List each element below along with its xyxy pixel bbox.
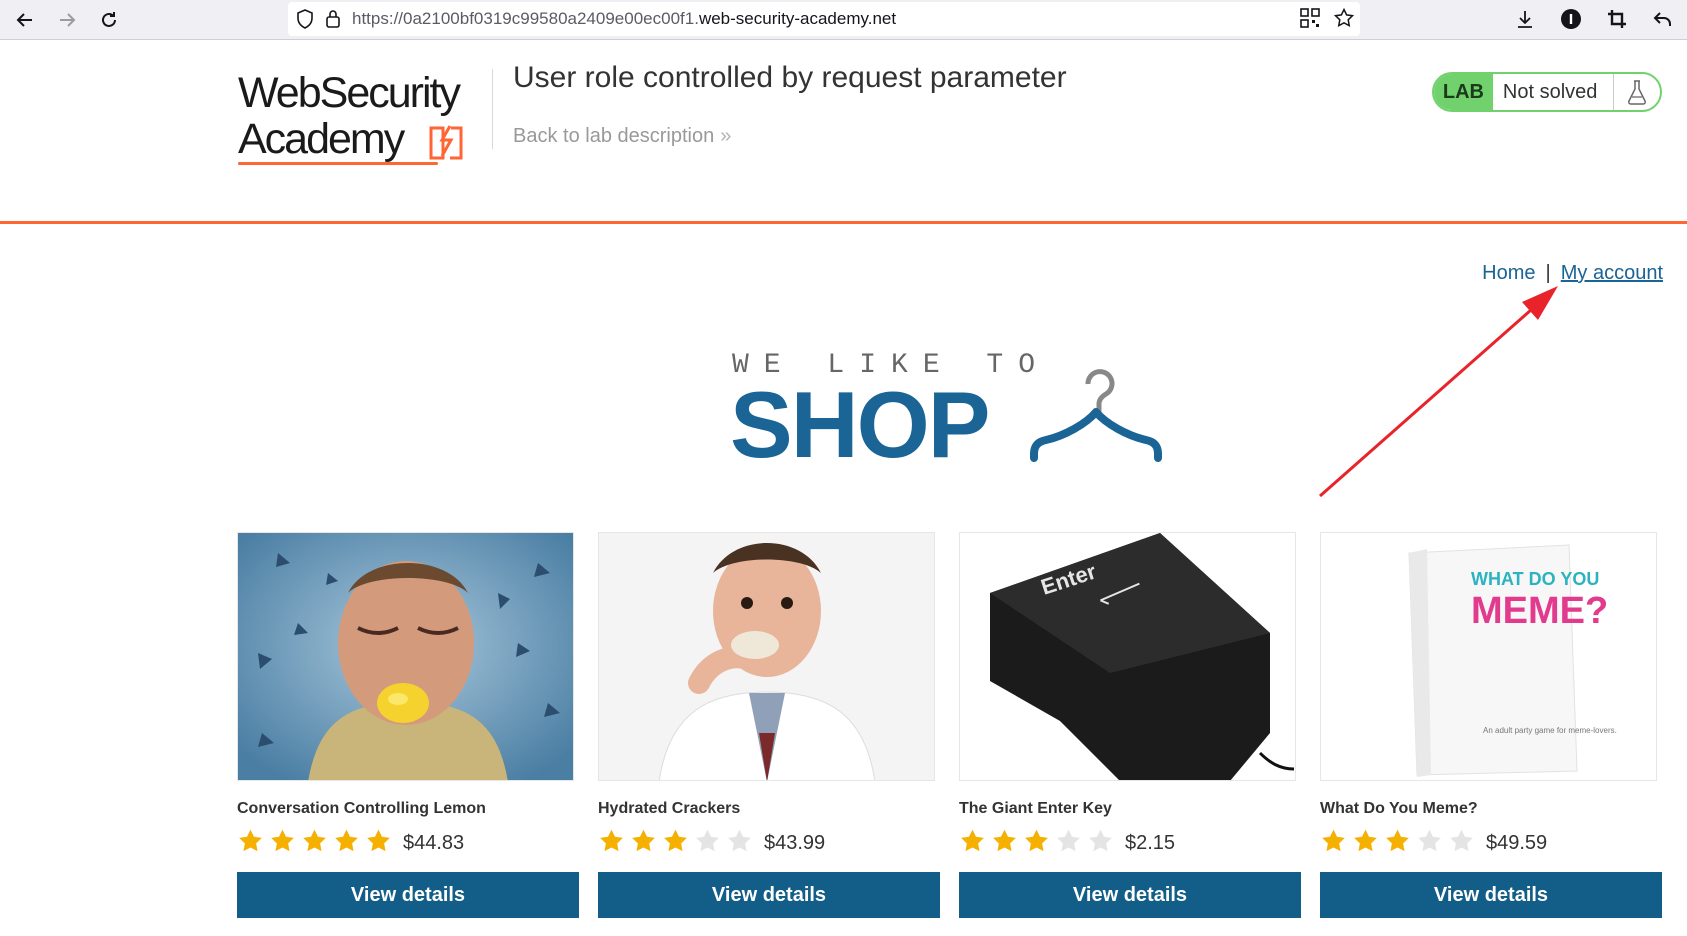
- product-image-enter-key: Enter: [959, 532, 1296, 781]
- star-full-icon: [1322, 829, 1345, 851]
- back-icon[interactable]: [8, 3, 42, 37]
- back-link-label: Back to lab description: [513, 125, 715, 147]
- product-name: What Do You Meme?: [1320, 800, 1478, 817]
- browser-toolbar: https://0a2100bf0319c99580a2409e00ec00f1…: [0, 0, 1687, 40]
- lab-status-widget: LAB Not solved: [1432, 72, 1662, 112]
- url-field[interactable]: https://0a2100bf0319c99580a2409e00ec00f1…: [288, 2, 1360, 36]
- product-image-crackers: [598, 532, 935, 781]
- meme-box-line2: MEME?: [1471, 590, 1608, 632]
- url-prefix: https://0a2100bf0319c99580a2409e00ec00f1…: [352, 9, 699, 28]
- hanger-icon: [1030, 369, 1162, 462]
- product-rating: $49.59: [1320, 826, 1547, 855]
- product-price: $43.99: [764, 832, 826, 854]
- star-full-icon: [1354, 829, 1377, 851]
- shop-hero: WE LIKE TO SHOP: [730, 348, 1170, 472]
- product-rating: $2.15: [959, 826, 1175, 855]
- url-text: https://0a2100bf0319c99580a2409e00ec00f1…: [352, 9, 896, 29]
- view-details-button[interactable]: View details: [959, 872, 1301, 918]
- url-domain: web-security-academy.net: [698, 9, 897, 28]
- annotation-arrow: [1319, 286, 1558, 498]
- product-name: Hydrated Crackers: [598, 800, 741, 817]
- shield-icon[interactable]: [294, 8, 316, 30]
- crop-icon[interactable]: [1601, 3, 1633, 35]
- logo-underline: [238, 162, 438, 165]
- lab-status-text: Not solved: [1502, 80, 1598, 103]
- product-image-lemon: [237, 532, 574, 781]
- product-name: Conversation Controlling Lemon: [237, 800, 486, 817]
- star-full-icon: [1386, 829, 1409, 851]
- view-details-button[interactable]: View details: [1320, 872, 1662, 918]
- undo-icon[interactable]: [1647, 3, 1679, 35]
- star-full-icon: [600, 829, 623, 851]
- logo-bolt-icon: [429, 125, 463, 160]
- lab-header: WebSecurity Academy User role controlled…: [0, 41, 1687, 224]
- product-rating: $44.83: [237, 826, 464, 855]
- product-price: $44.83: [403, 832, 465, 854]
- product-price: $2.15: [1125, 832, 1176, 854]
- star-full-icon: [1025, 829, 1048, 851]
- product-image-meme-game: WHAT DO YOU MEME? An adult party game fo…: [1320, 532, 1657, 781]
- bookmark-star-icon[interactable]: [1333, 7, 1355, 33]
- star-full-icon: [239, 829, 262, 851]
- lab-badge: LAB: [1434, 74, 1493, 110]
- star-full-icon: [664, 829, 687, 851]
- meme-box-caption: An adult party game for meme-lovers.: [1483, 726, 1617, 735]
- star-full-icon: [367, 829, 390, 851]
- product-name: The Giant Enter Key: [959, 800, 1112, 817]
- star-full-icon: [961, 829, 984, 851]
- lab-title: User role controlled by request paramete…: [513, 61, 1067, 94]
- flask-icon: [1612, 74, 1660, 110]
- qr-code-icon[interactable]: [1300, 8, 1320, 33]
- star-empty-icon: [696, 829, 719, 851]
- lock-icon[interactable]: [322, 8, 344, 30]
- star-empty-icon: [1450, 829, 1473, 851]
- reload-icon[interactable]: [92, 3, 126, 37]
- star-full-icon: [303, 829, 326, 851]
- header-divider: [492, 69, 493, 149]
- meme-box-line1: WHAT DO YOU: [1471, 569, 1599, 589]
- hero-big-text: SHOP: [730, 372, 990, 477]
- star-empty-icon: [1089, 829, 1112, 851]
- star-full-icon: [271, 829, 294, 851]
- web-security-academy-logo[interactable]: WebSecurity Academy: [238, 70, 488, 170]
- star-empty-icon: [1418, 829, 1441, 851]
- view-details-button[interactable]: View details: [598, 872, 940, 918]
- star-full-icon: [335, 829, 358, 851]
- download-icon[interactable]: [1509, 3, 1541, 35]
- star-empty-icon: [1057, 829, 1080, 851]
- logo-line1: WebSecurity: [238, 69, 461, 117]
- view-details-button[interactable]: View details: [237, 872, 579, 918]
- star-full-icon: [993, 829, 1016, 851]
- forward-icon[interactable]: [50, 3, 84, 37]
- back-to-lab-description-link[interactable]: Back to lab description»: [513, 125, 731, 148]
- product-price: $49.59: [1486, 832, 1548, 854]
- star-empty-icon: [728, 829, 751, 851]
- double-chevron-icon: »: [720, 125, 732, 147]
- star-full-icon: [632, 829, 655, 851]
- product-rating: $43.99: [598, 826, 825, 855]
- password-manager-icon[interactable]: [1555, 3, 1587, 35]
